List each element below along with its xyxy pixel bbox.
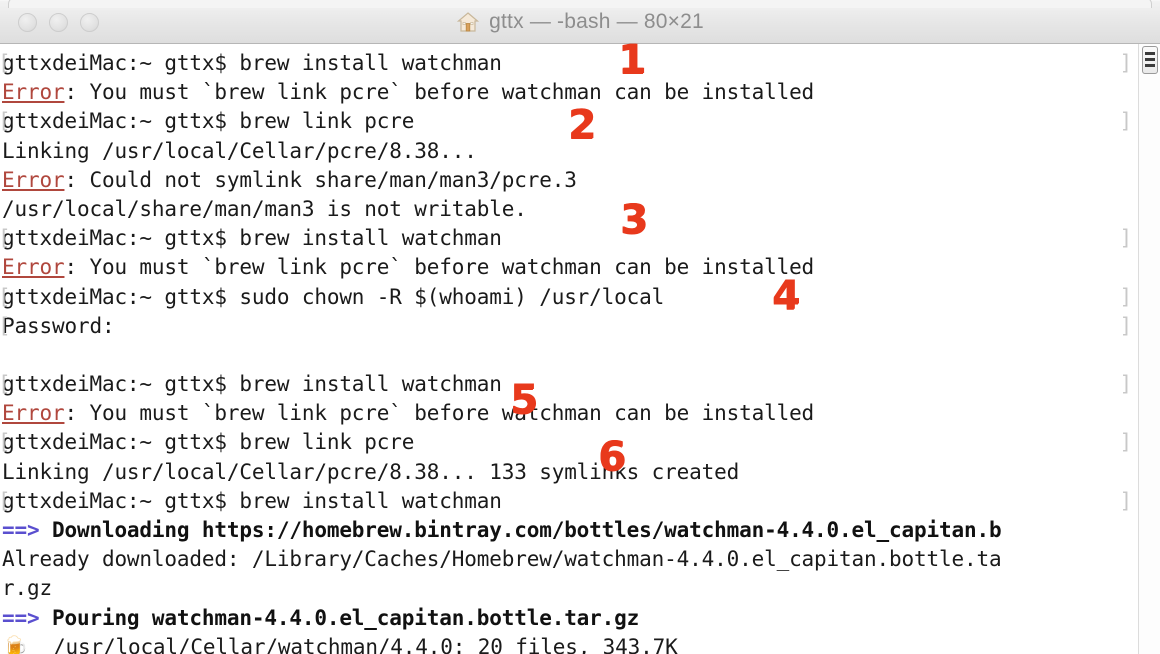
terminal-line: gttxdeiMac:~ gttx$ brew link pcre xyxy=(0,107,1138,136)
terminal-line: gttxdeiMac:~ gttx$ sudo chown -R $(whoam… xyxy=(0,283,1138,312)
error-token: Error xyxy=(2,401,65,426)
terminal-body: gttxdeiMac:~ gttx$ brew install watchman… xyxy=(0,44,1160,654)
brew-message-token: Downloading https://homebrew.bintray.com… xyxy=(39,518,1002,542)
zoom-button[interactable] xyxy=(80,12,99,32)
terminal-text: Already downloaded: /Library/Caches/Home… xyxy=(2,547,1002,572)
terminal-line: Error: You must `brew link pcre` before … xyxy=(0,399,1138,428)
terminal-text: Linking /usr/local/Cellar/pcre/8.38... xyxy=(2,138,477,163)
terminal-text: gttxdeiMac:~ gttx$ brew link pcre xyxy=(2,430,415,455)
terminal-window: gttx — -bash — 80×21 gttxdeiMac:~ gttx$ … xyxy=(0,0,1160,654)
terminal-line: gttxdeiMac:~ gttx$ brew install watchman xyxy=(0,49,1138,78)
terminal-text: : Could not symlink share/man/man3/pcre.… xyxy=(64,167,577,192)
terminal-line: /usr/local/share/man/man3 is not writabl… xyxy=(0,195,1138,224)
brew-arrow-token: ==> xyxy=(2,605,40,630)
terminal-line: Error: You must `brew link pcre` before … xyxy=(0,253,1138,282)
terminal-text: : You must `brew link pcre` before watch… xyxy=(64,255,815,280)
terminal-line: 🍺 /usr/local/Cellar/watchman/4.4.0: 20 f… xyxy=(0,633,1138,654)
house-icon xyxy=(456,10,480,34)
terminal-line: Linking /usr/local/Cellar/pcre/8.38... 1… xyxy=(0,458,1138,487)
terminal-line: Linking /usr/local/Cellar/pcre/8.38... xyxy=(0,137,1138,166)
terminal-text: gttxdeiMac:~ gttx$ sudo chown -R $(whoam… xyxy=(2,284,665,309)
window-titlebar[interactable]: gttx — -bash — 80×21 xyxy=(0,0,1160,44)
window-title: gttx — -bash — 80×21 xyxy=(0,10,1160,34)
terminal-text: gttxdeiMac:~ gttx$ brew install watchman xyxy=(2,226,502,251)
terminal-text: Password: xyxy=(2,313,115,338)
terminal-line: Password: xyxy=(0,312,1138,341)
terminal-line: gttxdeiMac:~ gttx$ brew link pcre xyxy=(0,428,1138,457)
terminal-text: /usr/local/share/man/man3 is not writabl… xyxy=(2,196,527,221)
terminal-line: gttxdeiMac:~ gttx$ brew install watchman xyxy=(0,224,1138,253)
traffic-light-group xyxy=(18,12,99,32)
terminal-text: : You must `brew link pcre` before watch… xyxy=(64,401,815,426)
terminal-line: Error: You must `brew link pcre` before … xyxy=(0,78,1138,107)
scrollbar-thumb[interactable] xyxy=(1142,46,1158,74)
terminal-line: Error: Could not symlink share/man/man3/… xyxy=(0,166,1138,195)
terminal-text: gttxdeiMac:~ gttx$ brew link pcre xyxy=(2,109,415,134)
error-token: Error xyxy=(2,167,65,192)
brew-arrow-token: ==> xyxy=(2,518,40,542)
brew-message-token: Pouring watchman-4.4.0.el_capitan.bottle… xyxy=(39,605,640,630)
beer-mug-icon: 🍺 xyxy=(2,634,28,654)
terminal-line: gttxdeiMac:~ gttx$ brew install watchman xyxy=(0,487,1138,516)
terminal-line: ==> Downloading https://homebrew.bintray… xyxy=(0,516,1138,545)
terminal-text: gttxdeiMac:~ gttx$ brew install watchman xyxy=(2,372,502,397)
terminal-text: r.gz xyxy=(2,576,52,601)
error-token: Error xyxy=(2,255,65,280)
terminal-text: : You must `brew link pcre` before watch… xyxy=(64,80,815,105)
window-title-text: gttx — -bash — 80×21 xyxy=(489,10,704,33)
terminal-scrollbar[interactable] xyxy=(1138,44,1160,654)
terminal-line: ==> Pouring watchman-4.4.0.el_capitan.bo… xyxy=(0,604,1138,633)
close-button[interactable] xyxy=(18,12,37,32)
terminal-line: gttxdeiMac:~ gttx$ brew install watchman xyxy=(0,370,1138,399)
terminal-line: Already downloaded: /Library/Caches/Home… xyxy=(0,545,1138,574)
error-token: Error xyxy=(2,80,65,105)
terminal-line: r.gz xyxy=(0,574,1138,603)
terminal-text: /usr/local/Cellar/watchman/4.4.0: 20 fil… xyxy=(28,634,678,654)
minimize-button[interactable] xyxy=(49,12,68,32)
terminal-text: gttxdeiMac:~ gttx$ brew install watchman xyxy=(2,51,502,75)
terminal-text: gttxdeiMac:~ gttx$ brew install watchman xyxy=(2,488,502,513)
terminal-output[interactable]: gttxdeiMac:~ gttx$ brew install watchman… xyxy=(0,44,1138,654)
terminal-text: Linking /usr/local/Cellar/pcre/8.38... 1… xyxy=(2,459,740,484)
